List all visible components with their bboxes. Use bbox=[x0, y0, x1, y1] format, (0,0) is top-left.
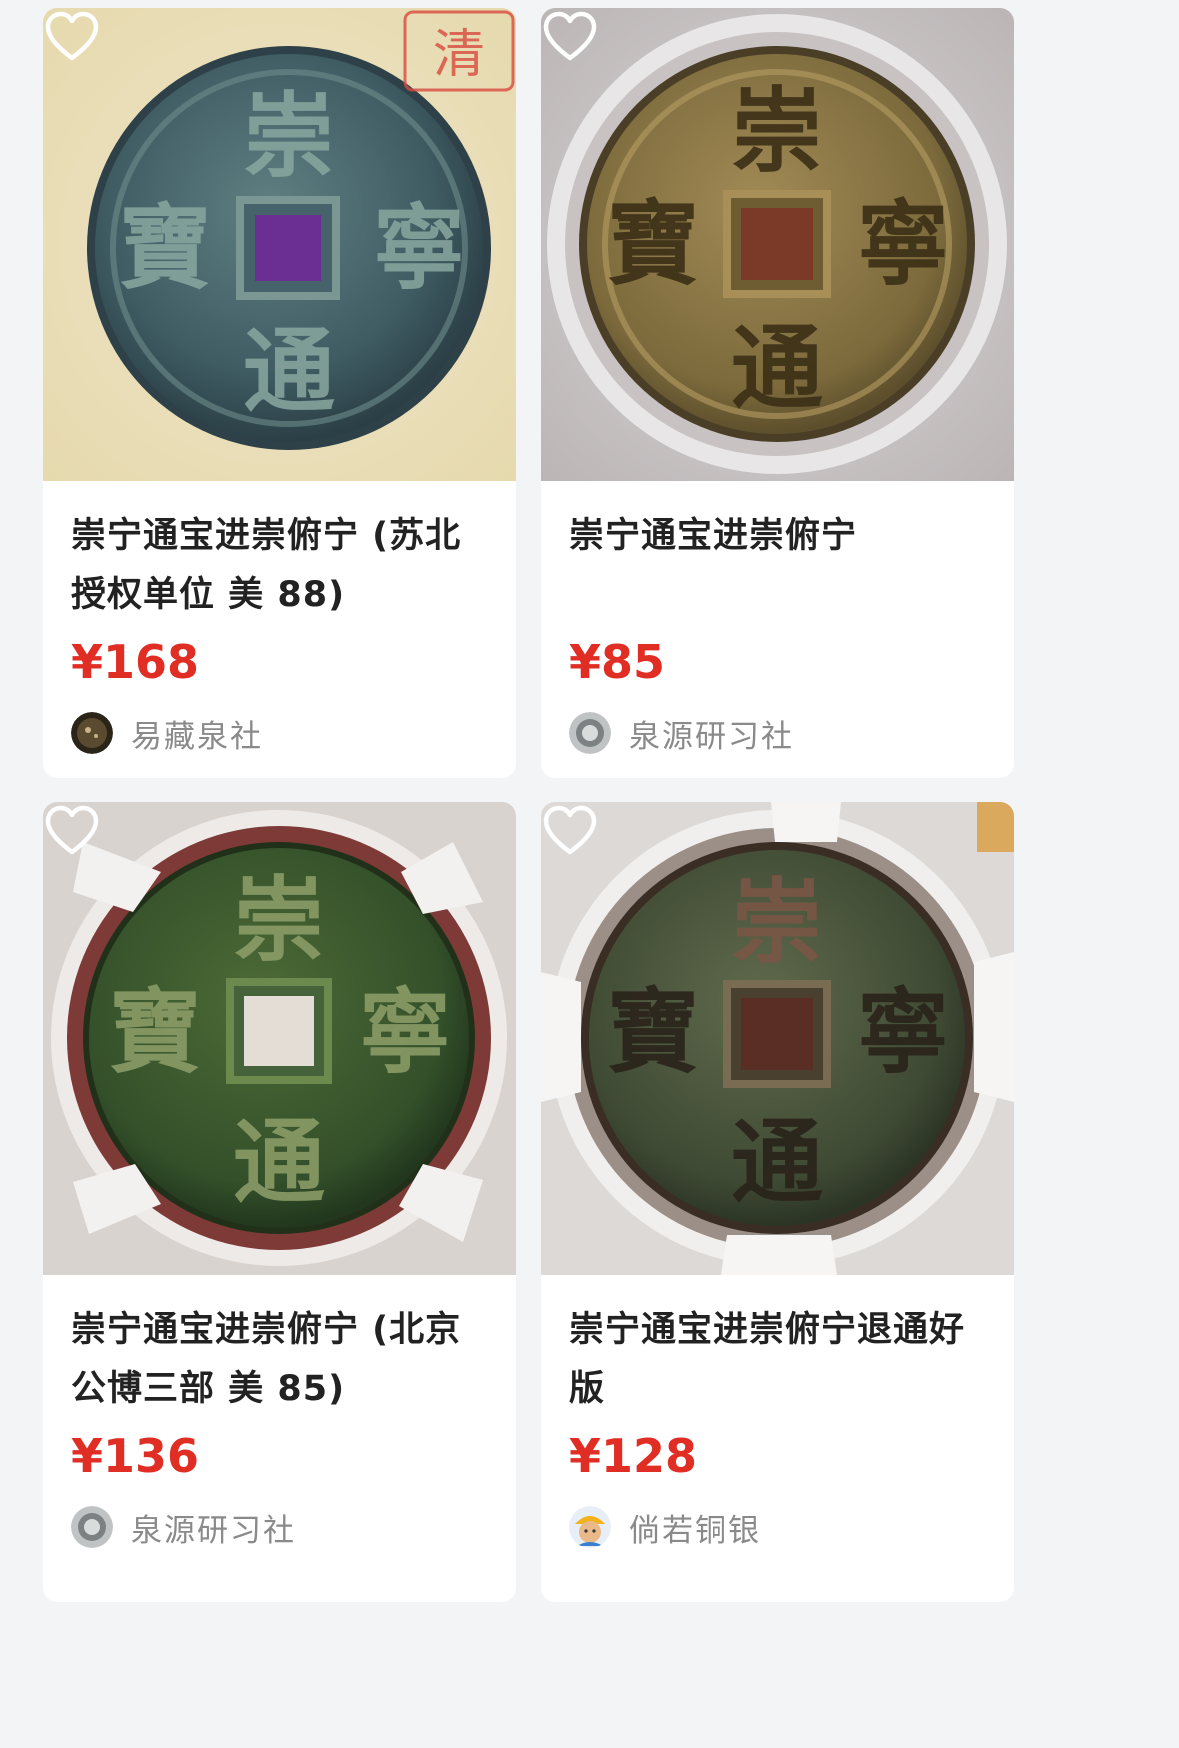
coin-char-bottom: 通 bbox=[233, 1108, 325, 1216]
shop-info[interactable]: 倘若铜银 bbox=[569, 1497, 986, 1557]
product-title[interactable]: 崇宁通宝进崇俯宁 (北京公博三部 美 85) bbox=[71, 1301, 488, 1419]
product-price: ¥128 bbox=[569, 1429, 698, 1483]
shop-name[interactable]: 泉源研习社 bbox=[131, 1505, 296, 1550]
coin-char-bottom: 通 bbox=[731, 1108, 823, 1216]
product-price: ¥168 bbox=[71, 635, 200, 689]
coin-char-left: 寶 bbox=[607, 978, 699, 1086]
product-title[interactable]: 崇宁通宝进崇俯宁 bbox=[569, 507, 986, 625]
product-card[interactable]: 崇 寧 通 寶 崇宁通宝进崇俯宁退通好版 ¥128 倘若铜银 bbox=[541, 802, 1014, 1602]
product-image[interactable]: 崇 寧 通 寶 清 bbox=[43, 8, 516, 481]
coin-char-right: 寧 bbox=[857, 978, 949, 1086]
shop-info[interactable]: 泉源研习社 bbox=[569, 703, 986, 763]
heart-outline-icon[interactable] bbox=[541, 802, 599, 860]
shop-avatar[interactable] bbox=[569, 712, 611, 754]
coin-char-bottom: 通 bbox=[731, 314, 823, 422]
heart-outline-icon[interactable] bbox=[43, 802, 101, 860]
coin-char-left: 寶 bbox=[119, 194, 211, 302]
svg-text:清: 清 bbox=[433, 25, 485, 85]
product-image[interactable]: 崇 寧 通 寶 bbox=[43, 802, 516, 1275]
coin-char-left: 寶 bbox=[607, 190, 699, 298]
product-image[interactable]: 崇 寧 通 寶 bbox=[541, 802, 1014, 1275]
coin-char-right: 寧 bbox=[359, 978, 451, 1086]
heart-outline-icon[interactable] bbox=[541, 8, 599, 66]
product-grid: 崇 寧 通 寶 清 崇宁通宝进崇俯宁 (苏北授权单位 美 88) ¥168 易藏… bbox=[0, 0, 1058, 1602]
coin-photo: 崇 寧 通 寶 bbox=[541, 802, 1014, 1275]
product-card[interactable]: 崇 寧 通 寶 崇宁通宝进崇俯宁 (北京公博三部 美 85) ¥136 泉源研习… bbox=[43, 802, 516, 1602]
shop-name[interactable]: 易藏泉社 bbox=[131, 711, 263, 756]
shop-name[interactable]: 泉源研习社 bbox=[629, 711, 794, 756]
coin-char-top: 崇 bbox=[731, 77, 823, 185]
coin-char-bottom: 通 bbox=[243, 317, 335, 425]
product-image[interactable]: 崇 寧 通 寶 bbox=[541, 8, 1014, 481]
shop-info[interactable]: 易藏泉社 bbox=[71, 703, 488, 763]
product-card[interactable]: 崇 寧 通 寶 清 崇宁通宝进崇俯宁 (苏北授权单位 美 88) ¥168 易藏… bbox=[43, 8, 516, 778]
shop-info[interactable]: 泉源研习社 bbox=[71, 1497, 488, 1557]
coin-char-top: 崇 bbox=[731, 868, 823, 976]
shop-avatar[interactable] bbox=[569, 1506, 611, 1548]
coin-char-right: 寧 bbox=[857, 190, 949, 298]
product-title[interactable]: 崇宁通宝进崇俯宁 (苏北授权单位 美 88) bbox=[71, 507, 488, 625]
heart-outline-icon[interactable] bbox=[43, 8, 101, 66]
coin-char-top: 崇 bbox=[233, 866, 325, 974]
coin-photo: 崇 寧 通 寶 bbox=[43, 802, 516, 1275]
shop-avatar[interactable] bbox=[71, 712, 113, 754]
coin-photo: 崇 寧 通 寶 清 bbox=[43, 8, 516, 481]
coin-char-top: 崇 bbox=[243, 82, 335, 190]
product-title[interactable]: 崇宁通宝进崇俯宁退通好版 bbox=[569, 1301, 986, 1419]
coin-char-right: 寧 bbox=[373, 194, 465, 302]
product-price: ¥85 bbox=[569, 635, 666, 689]
coin-photo: 崇 寧 通 寶 bbox=[541, 8, 1014, 481]
coin-char-left: 寶 bbox=[109, 978, 201, 1086]
product-price: ¥136 bbox=[71, 1429, 200, 1483]
product-card[interactable]: 崇 寧 通 寶 崇宁通宝进崇俯宁 ¥85 泉源研习社 bbox=[541, 8, 1014, 778]
shop-avatar[interactable] bbox=[71, 1506, 113, 1548]
shop-name[interactable]: 倘若铜银 bbox=[629, 1505, 761, 1550]
